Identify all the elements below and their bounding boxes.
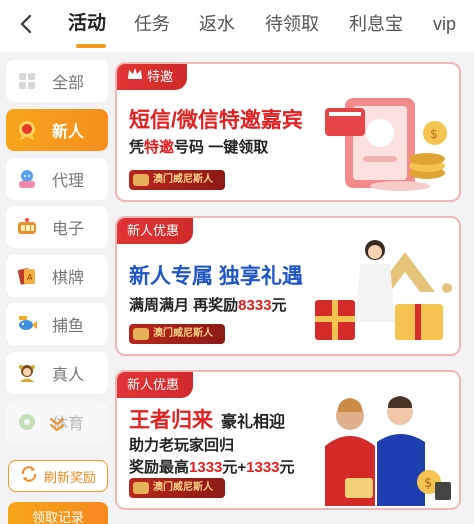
promo-tag: 新人优惠: [117, 218, 194, 244]
refresh-rewards-label: 刷新奖励: [43, 469, 96, 485]
sidebar-item-label: 全部: [52, 75, 85, 92]
promo-card-return[interactable]: 新人优惠 王者归来 豪礼相迎 助力老玩家回归 奖励最高1333元+1333元 澳门…: [115, 370, 461, 510]
claim-record-label: 领取记录: [31, 510, 84, 524]
tab-rebate[interactable]: 返水: [199, 10, 235, 38]
promo-headline: 王者归来 豪礼相迎: [129, 409, 286, 432]
phone-coins-illustration: $: [325, 98, 447, 191]
top-tab-bar: 活动 任务 返水 待领取 利息宝 vip: [0, 0, 474, 52]
tab-interest[interactable]: 利息宝: [349, 10, 403, 38]
fish-icon: [16, 313, 38, 335]
promo-subtitle: 凭特邀号码 一键领取: [129, 139, 269, 156]
promo-headline: 新人专属 独享礼遇: [129, 265, 303, 288]
sidebar-item-label: 电子: [52, 221, 85, 238]
sidebar-item-label: 棋牌: [52, 270, 85, 287]
promo-tag: 特邀: [117, 64, 188, 90]
sidebar-item-live[interactable]: 真人: [6, 352, 108, 394]
brand-logo: 澳门威尼斯人: [129, 170, 225, 190]
promo-card-invite[interactable]: 特邀 短信/微信特邀嘉宾 凭特邀号码 一键领取 澳门威尼斯人 $: [115, 62, 461, 202]
medal-icon: [16, 119, 38, 141]
refresh-icon: [20, 465, 38, 488]
claim-record-button[interactable]: 领取记录: [8, 502, 108, 524]
svg-text:$: $: [430, 127, 438, 141]
agent-icon: [16, 168, 38, 190]
sidebar-item-agent[interactable]: 代理: [6, 158, 108, 200]
promo-headline: 短信/微信特邀嘉宾: [129, 109, 303, 132]
tab-pending[interactable]: 待领取: [265, 10, 319, 38]
sidebar-item-label: 捕鱼: [52, 318, 85, 335]
footballers-illustration: $: [325, 396, 451, 506]
sidebar-item-label: 新人: [52, 124, 85, 141]
promo-line-2: 奖励最高1333元+1333元: [129, 459, 295, 476]
slot-machine-icon: [16, 216, 38, 238]
sidebar-item-slots[interactable]: 电子: [6, 206, 108, 248]
tab-vip[interactable]: vip: [433, 10, 456, 38]
sidebar-item-all[interactable]: 全部: [6, 60, 108, 102]
sidebar-item-label: 代理: [52, 173, 85, 190]
promo-card-newbie[interactable]: 新人优惠 新人专属 独享礼遇 满周满月 再奖励8333元 澳门威尼斯人: [115, 216, 461, 356]
promo-subtitle: 满周满月 再奖励8333元: [129, 297, 287, 314]
crown-icon: [127, 64, 143, 90]
promo-tag-label: 特邀: [147, 69, 174, 84]
tab-tasks[interactable]: 任务: [134, 10, 170, 38]
promo-tag: 新人优惠: [117, 372, 194, 398]
brand-logo: 澳门威尼斯人: [129, 478, 225, 498]
back-arrow-icon[interactable]: [14, 12, 38, 36]
brand-logo: 澳门威尼斯人: [129, 324, 225, 344]
sidebar-item-newbie[interactable]: 新人: [6, 109, 108, 151]
promo-tag-label: 新人优惠: [127, 377, 180, 392]
sidebar-item-cards[interactable]: A 棋牌: [6, 255, 108, 297]
promo-tag-label: 新人优惠: [127, 223, 180, 238]
sidebar-item-label: 真人: [52, 367, 85, 384]
expand-more-icon[interactable]: [48, 416, 66, 434]
grid-icon: [16, 70, 38, 92]
soccer-icon: [16, 411, 38, 433]
promo-line-1: 助力老玩家回归: [129, 437, 235, 454]
gift-model-illustration: [315, 240, 452, 340]
tab-activity[interactable]: 活动: [68, 10, 106, 38]
live-dealer-icon: [16, 362, 38, 384]
cards-icon: A: [16, 265, 38, 287]
sidebar-item-fishing[interactable]: 捕鱼: [6, 303, 108, 345]
svg-text:$: $: [424, 476, 432, 491]
active-tab-indicator: [76, 44, 106, 48]
svg-text:A: A: [27, 273, 33, 282]
refresh-rewards-button[interactable]: 刷新奖励: [8, 460, 108, 492]
